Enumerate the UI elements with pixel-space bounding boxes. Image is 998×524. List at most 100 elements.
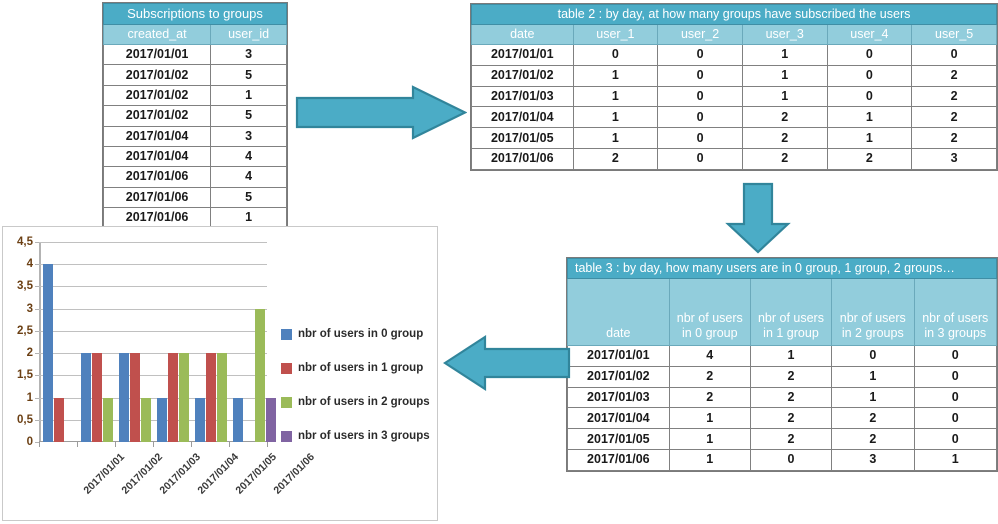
table2-col-date: date <box>471 24 574 45</box>
cell-date: 2017/01/06 <box>102 166 212 188</box>
chart-x-tick <box>153 442 154 447</box>
cell-value: 2 <box>749 407 833 430</box>
table-row: 2017/01/02 1 <box>102 84 287 107</box>
cell-value: 2 <box>911 106 997 129</box>
cell-value: 1 <box>913 448 997 471</box>
cell-value: 0 <box>826 85 913 108</box>
cell-value: 0 <box>749 448 833 471</box>
cell-date: 2017/01/01 <box>567 345 670 367</box>
cell-value: 1 <box>572 106 659 129</box>
cell-value: 2 <box>911 85 997 108</box>
cell-date: 2017/01/06 <box>567 448 670 471</box>
cell-value: 1 <box>668 407 751 430</box>
cell-value: 2 <box>741 106 828 129</box>
table-row: 2017/01/04 4 <box>102 145 287 168</box>
chart-x-tick <box>267 442 268 447</box>
chart-bar <box>179 353 189 442</box>
cell-value: 2 <box>831 407 915 430</box>
table-row: 2017/01/06 1 <box>102 207 287 229</box>
cell-date: 2017/01/01 <box>102 43 212 66</box>
arrow-table1-to-table2 <box>295 85 467 140</box>
chart-plot-area: 0 0,5 1 1,5 2 2,5 3 3,5 4 4,5 2017/01/01 2017/01/02… <box>17 236 317 497</box>
table3-col-2-groups: nbr of users in 2 groups <box>831 278 915 346</box>
chart-bar <box>103 397 113 442</box>
chart-legend-item: nbr of users in 1 group <box>281 361 430 375</box>
chart-x-tick <box>77 442 78 447</box>
cell-date: 2017/01/02 <box>102 84 212 107</box>
table2-header-row: date user_1 user_2 user_3 user_4 user_5 <box>471 24 997 45</box>
cell-value: 0 <box>657 106 743 129</box>
cell-value: 4 <box>210 145 287 168</box>
cell-value: 2 <box>749 386 833 409</box>
cell-value: 3 <box>911 147 997 170</box>
table2: table 2 : by day, at how many groups hav… <box>471 4 997 170</box>
table3-col-0-groups: nbr of users in 0 group <box>668 278 751 346</box>
chart-y-tick-label: 2 <box>26 347 33 360</box>
cell-date: 2017/01/06 <box>102 207 212 229</box>
legend-label: nbr of users in 2 groups <box>298 396 430 408</box>
table-row: 2017/01/02 5 <box>102 64 287 86</box>
cell-value: 1 <box>572 127 659 149</box>
cell-value: 1 <box>831 386 915 409</box>
cell-value: 5 <box>210 64 287 86</box>
chart-y-tick-label: 1,5 <box>17 369 33 382</box>
chart-bar <box>141 397 151 442</box>
table3-header-row: date nbr of users in 0 group nbr of user… <box>567 278 997 346</box>
legend-swatch-icon <box>281 362 292 374</box>
chart-y-tick-label: 0 <box>26 436 33 448</box>
cell-value: 2 <box>831 428 915 450</box>
cell-value: 0 <box>913 428 997 450</box>
chart-bar <box>119 353 129 442</box>
chart-bar <box>43 264 53 442</box>
chart-y-tick-label: 3,5 <box>17 280 33 293</box>
chart-bar-group <box>115 242 153 442</box>
chart-bar-group <box>229 242 276 442</box>
chart-y-tick-label: 1 <box>26 391 33 404</box>
cell-value: 0 <box>572 44 659 66</box>
cell-value: 2 <box>911 64 997 87</box>
subscriptions-table: Subscriptions to groups created_at user_… <box>102 3 287 229</box>
cell-value: 3 <box>831 448 915 471</box>
chart-bar <box>266 397 276 442</box>
cell-value: 0 <box>826 44 913 66</box>
table2-title: table 2 : by day, at how many groups hav… <box>471 4 997 25</box>
cell-value: 0 <box>913 407 997 430</box>
cell-value: 2 <box>911 127 997 149</box>
cell-value: 1 <box>826 106 913 129</box>
table-row: 2017/01/01 0 0 1 0 0 <box>471 44 997 66</box>
chart-bar <box>92 353 102 442</box>
legend-swatch-icon <box>281 328 292 340</box>
table-row: 2017/01/03 2 2 1 0 <box>567 386 997 409</box>
cell-value: 0 <box>911 44 997 66</box>
cell-value: 0 <box>657 147 743 170</box>
cell-date: 2017/01/02 <box>102 64 212 86</box>
cell-value: 3 <box>210 125 287 147</box>
cell-date: 2017/01/06 <box>102 186 212 209</box>
cell-value: 2 <box>668 386 751 409</box>
table1-title-row: Subscriptions to groups <box>103 3 287 25</box>
table1-header-row: created_at user_id <box>102 24 287 45</box>
legend-swatch-icon <box>281 396 292 408</box>
cell-value: 2 <box>826 147 913 170</box>
cell-value: 0 <box>831 345 915 367</box>
chart-y-tick-label: 3 <box>26 302 33 315</box>
cell-date: 2017/01/04 <box>471 106 574 129</box>
legend-label: nbr of users in 3 groups <box>298 430 430 442</box>
table3-title: table 3 : by day, how many users are in … <box>567 258 997 279</box>
table-row: 2017/01/02 2 2 1 0 <box>567 365 997 388</box>
cell-value: 0 <box>826 64 913 87</box>
arrow-table2-to-table3 <box>714 182 802 254</box>
cell-value: 2 <box>749 428 833 450</box>
table1-title: Subscriptions to groups <box>103 3 287 25</box>
cell-value: 2 <box>668 365 751 388</box>
cell-value: 0 <box>657 64 743 87</box>
cell-value: 1 <box>831 365 915 388</box>
cell-value: 0 <box>913 386 997 409</box>
table3-title-row: table 3 : by day, how many users are in … <box>567 258 997 279</box>
cell-date: 2017/01/05 <box>471 127 574 149</box>
arrow-table3-to-chart <box>443 333 571 393</box>
chart-bar <box>217 353 227 442</box>
cell-value: 1 <box>668 448 751 471</box>
table2-col-user-5: user_5 <box>911 24 997 45</box>
table2-col-user-2: user_2 <box>657 24 743 45</box>
